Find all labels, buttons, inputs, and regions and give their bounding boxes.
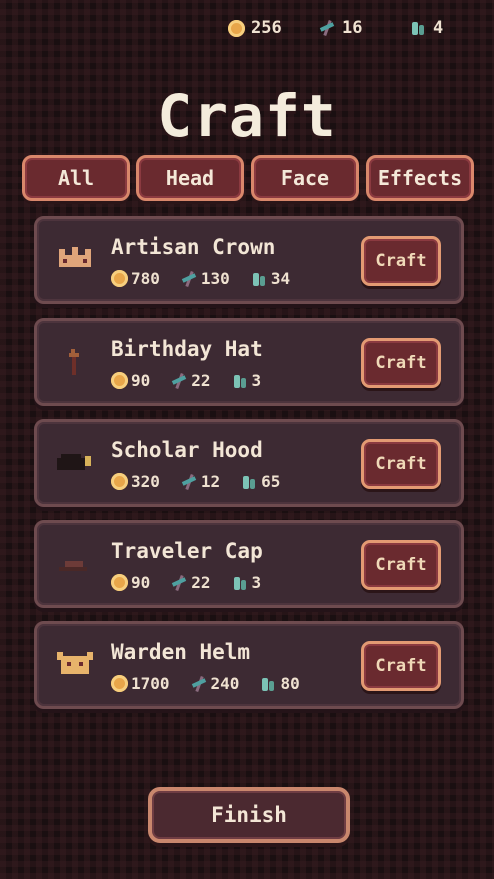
- herb-cost: 130: [180, 269, 230, 288]
- herb-cost-value: 22: [191, 371, 211, 390]
- item-costs: 90 22 3: [111, 573, 281, 592]
- coin-icon: [111, 372, 128, 389]
- herbs-counter: 16: [318, 18, 362, 38]
- craft-button[interactable]: Craft: [361, 540, 441, 590]
- hood-icon: [57, 454, 91, 470]
- coin-icon: [111, 574, 128, 591]
- herb-icon: [170, 574, 188, 592]
- coin-cost-value: 780: [131, 269, 160, 288]
- filter-tabs: All Head Face Effects: [22, 155, 474, 201]
- coin-cost-value: 90: [131, 573, 151, 592]
- gem-cost: 3: [231, 573, 262, 592]
- item-costs: 320 12 65: [111, 472, 300, 491]
- coins-value: 256: [251, 18, 282, 38]
- craft-item-card: Traveler Cap 90 22 3 Craft: [34, 520, 464, 608]
- coins-counter: 256: [228, 18, 282, 38]
- coin-cost: 90: [111, 573, 150, 592]
- gem-cost: 34: [250, 269, 290, 288]
- resource-bar: 256 16 4: [0, 18, 494, 44]
- herb-cost-value: 12: [200, 472, 221, 491]
- coin-cost: 90: [111, 371, 150, 390]
- herbs-value: 16: [342, 18, 363, 38]
- coin-cost: 780: [111, 269, 160, 288]
- craft-button[interactable]: Craft: [361, 236, 441, 286]
- tab-effects[interactable]: Effects: [366, 155, 474, 201]
- craft-button[interactable]: Craft: [361, 641, 441, 691]
- herb-cost-value: 240: [210, 674, 240, 693]
- crown-icon: [59, 247, 91, 267]
- herb-icon: [170, 372, 188, 390]
- herb-cost: 22: [170, 371, 210, 390]
- page-title: Craft: [157, 82, 337, 150]
- item-name: Traveler Cap: [111, 539, 263, 563]
- gem-cost-value: 34: [270, 269, 291, 288]
- craft-button[interactable]: Craft: [361, 439, 441, 489]
- herb-cost-value: 130: [200, 269, 230, 288]
- gem-icon: [231, 574, 249, 592]
- gem-cost: 3: [231, 371, 262, 390]
- gem-icon: [231, 372, 249, 390]
- item-name: Artisan Crown: [111, 235, 276, 259]
- coin-cost: 1700: [111, 674, 170, 693]
- herb-cost: 12: [180, 472, 220, 491]
- gem-cost-value: 65: [261, 472, 281, 491]
- gem-cost: 65: [240, 472, 280, 491]
- tab-head[interactable]: Head: [136, 155, 244, 201]
- coin-cost-value: 1700: [131, 674, 170, 693]
- tab-all[interactable]: All: [22, 155, 130, 201]
- cap-icon: [59, 561, 87, 571]
- gem-cost: 80: [259, 674, 300, 693]
- gem-icon: [240, 473, 258, 491]
- gem-icon: [250, 270, 268, 288]
- item-name: Warden Helm: [111, 640, 251, 664]
- herb-icon: [180, 473, 198, 491]
- gem-cost-value: 3: [251, 371, 262, 390]
- gem-cost-value: 3: [251, 573, 262, 592]
- coin-icon: [111, 270, 128, 287]
- gem-cost-value: 80: [280, 674, 300, 693]
- gems-counter: 4: [409, 18, 443, 38]
- coin-icon: [228, 19, 245, 37]
- item-costs: 1700 240 80: [111, 674, 320, 693]
- item-costs: 90 22 3: [111, 371, 281, 390]
- herb-cost: 240: [190, 674, 240, 693]
- finish-button[interactable]: Finish: [148, 787, 350, 843]
- herb-cost-value: 22: [191, 573, 211, 592]
- herb-icon: [180, 270, 198, 288]
- coin-icon: [111, 675, 128, 692]
- item-name: Scholar Hood: [111, 438, 263, 462]
- craft-item-card: Warden Helm 1700 240 80 Craft: [34, 621, 464, 709]
- coin-cost: 320: [111, 472, 160, 491]
- gem-icon: [409, 19, 427, 37]
- herb-icon: [190, 675, 208, 693]
- gems-value: 4: [433, 18, 444, 38]
- herb-icon: [318, 19, 336, 37]
- coin-cost-value: 320: [131, 472, 160, 491]
- item-costs: 780 130 34: [111, 269, 310, 288]
- herb-cost: 22: [170, 573, 210, 592]
- coin-icon: [111, 473, 128, 490]
- gem-icon: [259, 675, 277, 693]
- item-name: Birthday Hat: [111, 337, 263, 361]
- craft-button[interactable]: Craft: [361, 338, 441, 388]
- helm-icon: [57, 652, 93, 674]
- coin-cost-value: 90: [131, 371, 151, 390]
- craft-item-card: Birthday Hat 90 22 3 Craft: [34, 318, 464, 406]
- craft-item-card: Artisan Crown 780 130 34 Craft: [34, 216, 464, 304]
- craft-item-card: Scholar Hood 320 12 65 Craft: [34, 419, 464, 507]
- party-hat-icon: [69, 349, 79, 375]
- tab-face[interactable]: Face: [251, 155, 359, 201]
